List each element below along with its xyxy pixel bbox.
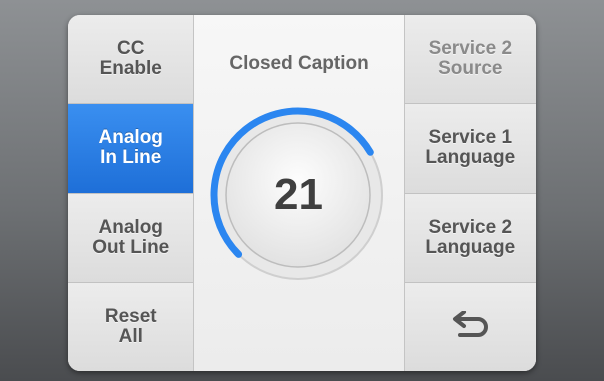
service-1-language-button[interactable]: Service 1 Language — [404, 104, 536, 194]
service-2-language-button[interactable]: Service 2 Language — [404, 193, 536, 283]
reset-all-button[interactable]: Reset All — [68, 282, 194, 371]
right-menu: Service 2 Source Service 1 Language Serv… — [404, 15, 536, 371]
caption-dial[interactable]: 21 — [208, 105, 388, 285]
dial-value: 21 — [273, 170, 323, 219]
center-area: Closed Caption 21 — [193, 15, 405, 371]
return-arrow-icon — [453, 310, 489, 337]
page-title: Closed Caption — [229, 53, 369, 74]
closed-caption-panel: CC Enable Analog In Line Analog Out Line… — [68, 15, 536, 371]
analog-out-line-button[interactable]: Analog Out Line — [68, 193, 194, 283]
cc-enable-button[interactable]: CC Enable — [68, 15, 194, 105]
back-button[interactable] — [404, 282, 536, 371]
analog-in-line-button[interactable]: Analog In Line — [68, 104, 194, 194]
left-menu: CC Enable Analog In Line Analog Out Line… — [68, 15, 194, 371]
service-2-source-button[interactable]: Service 2 Source — [404, 15, 536, 105]
